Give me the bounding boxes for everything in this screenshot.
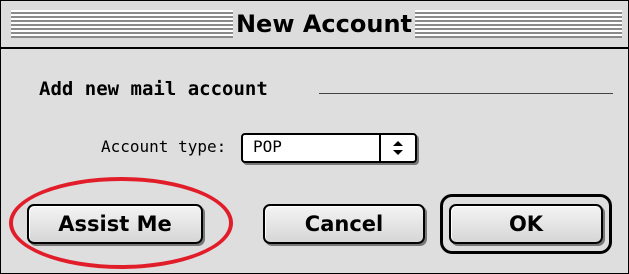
- section-heading: Add new mail account: [39, 78, 268, 100]
- window-title: New Account: [233, 6, 415, 42]
- title-bar-stripes-right: [415, 10, 622, 38]
- account-type-value: POP: [253, 137, 282, 156]
- title-bar[interactable]: New Account: [1, 1, 628, 49]
- section-divider: [319, 93, 613, 94]
- popup-arrows-icon: [379, 135, 415, 161]
- assist-me-button[interactable]: Assist Me: [27, 204, 203, 244]
- new-account-dialog: New Account Add new mail account Account…: [0, 0, 629, 274]
- account-type-label: Account type:: [101, 137, 227, 156]
- cancel-button[interactable]: Cancel: [263, 204, 425, 244]
- title-bar-stripes-left: [11, 10, 233, 38]
- ok-button[interactable]: OK: [449, 204, 603, 244]
- account-type-popup[interactable]: POP: [241, 133, 417, 163]
